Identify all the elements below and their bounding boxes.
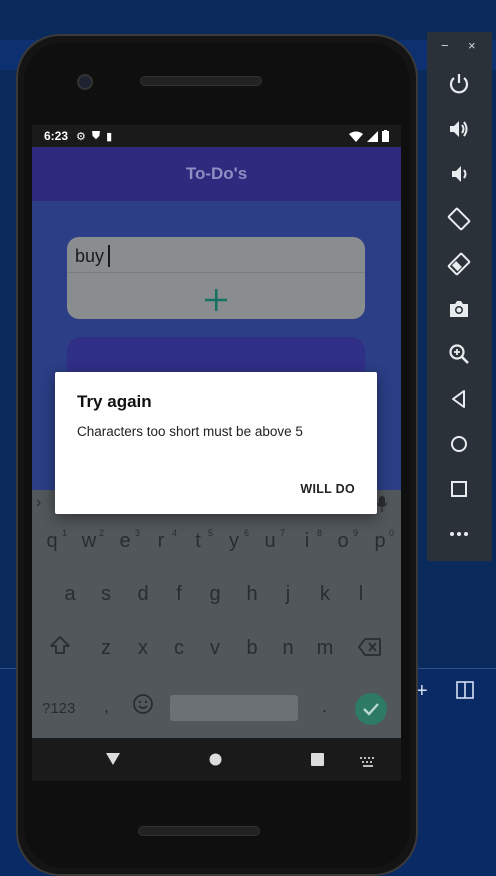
comma-key[interactable]: , xyxy=(104,696,109,717)
wifi-icon xyxy=(349,131,363,142)
dialog-message: Characters too short must be above 5 xyxy=(77,424,303,439)
add-icon xyxy=(205,289,227,311)
back-button[interactable] xyxy=(445,385,473,413)
key-hint-1: 1 xyxy=(62,528,68,538)
sd-card-icon: ▮ xyxy=(106,130,113,143)
rotate-left-icon xyxy=(447,207,471,231)
status-time: 6:23 xyxy=(44,129,69,143)
will-do-button[interactable]: WILL DO xyxy=(300,482,355,496)
key-n[interactable]: n xyxy=(273,637,303,660)
key-hint-7: 7 xyxy=(280,528,286,538)
key-m[interactable]: m xyxy=(310,637,340,660)
todo-input-value: buy xyxy=(75,246,105,266)
alert-dialog: Try again Characters too short must be a… xyxy=(55,372,377,514)
key-hint-6: 6 xyxy=(244,528,250,538)
period-key[interactable]: . xyxy=(322,696,327,717)
battery-icon xyxy=(382,130,389,142)
key-x[interactable]: x xyxy=(128,637,158,660)
symbols-key[interactable]: ?123 xyxy=(42,700,75,717)
app-bar: To-Do's xyxy=(32,147,401,201)
nav-back-icon[interactable] xyxy=(105,752,121,771)
key-hint-2: 2 xyxy=(99,528,105,538)
key-k[interactable]: k xyxy=(310,583,340,606)
key-h[interactable]: h xyxy=(237,583,267,606)
rotate-right-icon xyxy=(447,252,471,276)
key-j[interactable]: j xyxy=(273,583,303,606)
close-button[interactable]: × xyxy=(468,38,476,53)
nav-recents-icon[interactable] xyxy=(311,753,324,771)
navigation-bar xyxy=(32,738,401,781)
key-l[interactable]: l xyxy=(346,583,376,606)
bottom-speaker xyxy=(138,826,260,836)
earpiece-speaker xyxy=(140,76,262,86)
volume-up-button[interactable] xyxy=(445,115,473,143)
front-camera xyxy=(77,74,93,90)
key-a[interactable]: a xyxy=(55,583,85,606)
key-hint-8: 8 xyxy=(317,528,323,538)
todo-input[interactable]: buy xyxy=(75,245,111,267)
key-hint-3: 3 xyxy=(135,528,141,538)
emoji-icon[interactable] xyxy=(132,693,154,720)
nav-home-icon[interactable] xyxy=(209,753,222,771)
minimize-button[interactable]: − xyxy=(441,38,449,53)
camera-icon xyxy=(450,301,468,317)
input-divider xyxy=(67,272,365,273)
key-d[interactable]: d xyxy=(128,583,158,606)
back-icon xyxy=(452,390,465,408)
text-cursor xyxy=(108,245,111,267)
mic-icon[interactable] xyxy=(376,496,388,517)
power-button[interactable] xyxy=(445,70,473,98)
key-v[interactable]: v xyxy=(200,637,230,660)
overview-icon xyxy=(451,481,467,497)
app-title: To-Do's xyxy=(185,164,248,183)
split-view-icon[interactable] xyxy=(456,681,474,703)
volume-down-button[interactable] xyxy=(445,160,473,188)
more-button[interactable] xyxy=(445,520,473,548)
zoom-button[interactable] xyxy=(445,340,473,368)
home-icon xyxy=(451,436,467,452)
signal-icon xyxy=(367,130,378,142)
emulator-toolbar: − × xyxy=(427,32,492,561)
backspace-icon[interactable] xyxy=(358,638,382,661)
overview-button[interactable] xyxy=(445,475,473,503)
add-todo-button[interactable] xyxy=(201,285,231,315)
key-c[interactable]: c xyxy=(164,637,194,660)
chevron-right-icon[interactable]: › xyxy=(36,494,41,512)
power-icon xyxy=(449,74,469,94)
key-z[interactable]: z xyxy=(91,637,121,660)
soft-keyboard: › q w e r t y u i o p 1 2 3 4 5 6 7 8 9 … xyxy=(32,490,401,738)
checkmark-icon xyxy=(363,703,379,716)
space-bar[interactable] xyxy=(170,695,298,721)
shift-icon[interactable] xyxy=(49,635,71,660)
key-hint-9: 9 xyxy=(353,528,359,538)
shield-icon: ⛊ xyxy=(91,129,101,142)
screenshot-button[interactable] xyxy=(445,295,473,323)
keyboard-switch-icon[interactable] xyxy=(360,754,376,772)
status-bar: 6:23 ⚙ ⛊ ▮ xyxy=(32,125,401,147)
dialog-title: Try again xyxy=(77,392,152,411)
todo-input-card: buy xyxy=(67,237,365,319)
key-f[interactable]: f xyxy=(164,583,194,606)
zoom-icon xyxy=(449,344,469,364)
key-g[interactable]: g xyxy=(200,583,230,606)
volume-down-icon xyxy=(452,166,467,182)
enter-key[interactable] xyxy=(355,693,387,725)
more-icon xyxy=(450,532,468,536)
rotate-right-button[interactable] xyxy=(445,250,473,278)
volume-up-icon xyxy=(450,121,468,137)
home-button[interactable] xyxy=(445,430,473,458)
key-b[interactable]: b xyxy=(237,637,267,660)
key-s[interactable]: s xyxy=(91,583,121,606)
key-hint-4: 4 xyxy=(172,528,178,538)
key-hint-5: 5 xyxy=(208,528,214,538)
rotate-left-button[interactable] xyxy=(445,205,473,233)
key-hint-0: 0 xyxy=(389,528,395,538)
settings-icon: ⚙ xyxy=(76,130,86,143)
